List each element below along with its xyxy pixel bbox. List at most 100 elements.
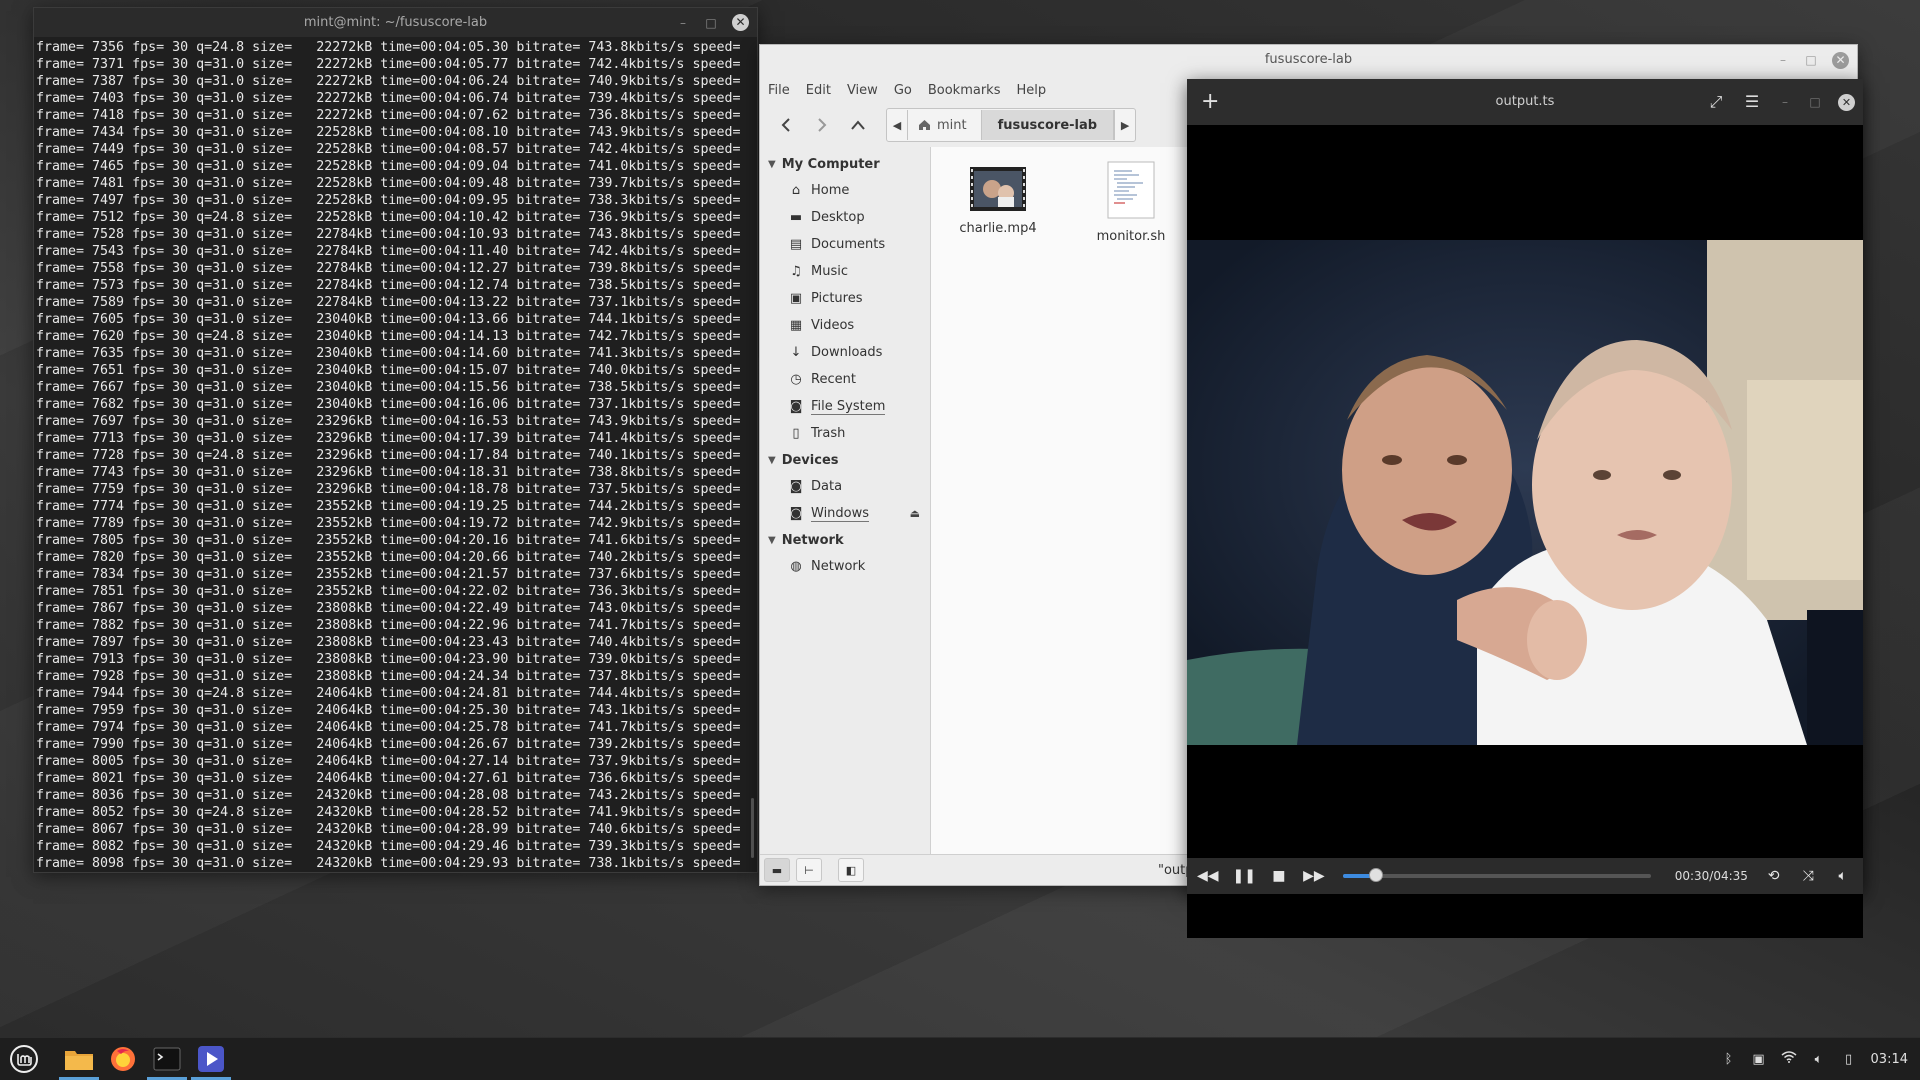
sidebar-item-data[interactable]: ◙ Data: [760, 473, 930, 500]
terminal-line: frame= 7481 fps= 30 q=31.0 size= 22528kB…: [36, 176, 741, 191]
menu-go[interactable]: Go: [894, 83, 912, 98]
sidebar-item-label: Trash: [811, 426, 846, 441]
sidebar: ▼ My Computer ⌂ Home ▬ Desktop ▤ Documents ♫ Mu…: [760, 147, 931, 855]
documents-icon: ▤: [789, 237, 803, 252]
file-item-monitor[interactable]: monitor.sh: [1086, 161, 1176, 244]
sidebar-item-label: File System: [811, 398, 886, 415]
terminal-output[interactable]: frame= 7356 fps= 30 q=24.8 size= 22272kB…: [34, 37, 757, 874]
close-icon[interactable]: ✕: [732, 14, 749, 31]
terminal-line: frame= 8021 fps= 30 q=31.0 size= 24064kB…: [36, 771, 741, 786]
menu-view[interactable]: View: [847, 83, 878, 98]
volume-icon[interactable]: 🔈︎: [1811, 1052, 1827, 1067]
sidebar-item-music[interactable]: ♫ Music: [760, 258, 930, 285]
fast-forward-icon[interactable]: ▶▶: [1303, 868, 1325, 884]
pause-icon[interactable]: ❚❚: [1233, 868, 1256, 884]
video-player-window[interactable]: + output.ts ⤢ ☰ – □ ✕ ◀◀ ❚❚ ■ ▶▶ 00:30/0…: [1187, 79, 1863, 938]
maximize-icon[interactable]: □: [704, 16, 718, 30]
terminal-taskbar-icon[interactable]: [145, 1038, 189, 1080]
file-manager-titlebar[interactable]: fususcore-lab – □ ✕: [760, 45, 1857, 75]
files-taskbar-icon[interactable]: [57, 1038, 101, 1080]
sidebar-section-network[interactable]: ▼ Network: [760, 527, 930, 553]
terminal-line: frame= 7573 fps= 30 q=31.0 size= 22784kB…: [36, 278, 741, 293]
terminal-titlebar[interactable]: mint@mint: ~/fususcore-lab – □ ✕: [34, 8, 757, 37]
terminal-scrollbar[interactable]: [751, 798, 754, 858]
repeat-icon[interactable]: ⟲: [1763, 868, 1784, 884]
player-titlebar[interactable]: + output.ts ⤢ ☰ – □ ✕: [1187, 79, 1863, 125]
path-left-icon[interactable]: ◀: [887, 110, 908, 140]
media-player-taskbar-icon[interactable]: [189, 1038, 233, 1080]
fullscreen-icon[interactable]: ⤢: [1706, 79, 1726, 125]
sidebar-toggle-icon[interactable]: ◧: [838, 858, 864, 882]
network-icon: ◍: [790, 559, 802, 574]
minimize-icon[interactable]: –: [1776, 53, 1790, 67]
tree-toggle-icon[interactable]: ⊢: [796, 858, 822, 882]
terminal-line: frame= 7713 fps= 30 q=31.0 size= 23296kB…: [36, 431, 741, 446]
bluetooth-icon[interactable]: ᛒ: [1721, 1052, 1737, 1067]
sidebar-item-trash[interactable]: ▯ Trash: [760, 420, 930, 447]
wifi-icon[interactable]: [1781, 1051, 1797, 1067]
breadcrumb-current[interactable]: fususcore-lab: [981, 110, 1115, 140]
terminal-window[interactable]: mint@mint: ~/fususcore-lab – □ ✕ frame= …: [33, 7, 758, 873]
music-icon: ♫: [790, 264, 802, 279]
back-icon[interactable]: [770, 109, 802, 141]
add-icon[interactable]: +: [1201, 79, 1219, 125]
terminal-line: frame= 7974 fps= 30 q=31.0 size= 24064kB…: [36, 720, 741, 735]
terminal-line: frame= 8082 fps= 30 q=31.0 size= 24320kB…: [36, 839, 741, 854]
seek-bar[interactable]: [1342, 868, 1651, 882]
home-icon: [918, 119, 931, 131]
terminal-line: frame= 7897 fps= 30 q=31.0 size= 23808kB…: [36, 635, 741, 650]
video-area[interactable]: [1187, 125, 1863, 938]
power-icon[interactable]: ▯: [1841, 1052, 1857, 1067]
menu-bookmarks[interactable]: Bookmarks: [928, 83, 1001, 98]
seek-handle[interactable]: [1369, 868, 1384, 882]
firefox-taskbar-icon[interactable]: [101, 1038, 145, 1080]
mint-menu-icon[interactable]: [2, 1038, 46, 1080]
sidebar-section-devices[interactable]: ▼ Devices: [760, 447, 930, 473]
sidebar-item-documents[interactable]: ▤ Documents: [760, 231, 930, 258]
minimize-icon[interactable]: –: [1778, 79, 1792, 125]
menu-help[interactable]: Help: [1016, 83, 1046, 98]
breadcrumb-home[interactable]: mint: [908, 110, 982, 140]
sidebar-item-windows[interactable]: ◙ Windows ⏏: [760, 500, 930, 527]
places-toggle-icon[interactable]: ▬: [764, 858, 790, 882]
breadcrumb-home-label: mint: [937, 117, 967, 133]
breadcrumb-current-label: fususcore-lab: [997, 117, 1098, 133]
maximize-icon[interactable]: □: [1804, 53, 1818, 67]
stop-icon[interactable]: ■: [1269, 868, 1290, 884]
menu-file[interactable]: File: [768, 83, 790, 98]
terminal-line: frame= 8098 fps= 30 q=31.0 size= 24320kB…: [36, 856, 741, 871]
terminal-line: frame= 7512 fps= 30 q=24.8 size= 22528kB…: [36, 210, 741, 225]
minimize-icon[interactable]: –: [676, 16, 690, 30]
sidebar-item-desktop[interactable]: ▬ Desktop: [760, 204, 930, 231]
menu-icon[interactable]: ☰: [1742, 79, 1762, 125]
eject-icon[interactable]: ⏏: [910, 507, 920, 520]
sidebar-item-pictures[interactable]: ▣ Pictures: [760, 285, 930, 312]
volume-icon[interactable]: 🔈︎: [1832, 868, 1853, 884]
terminal-line: frame= 8005 fps= 30 q=31.0 size= 24064kB…: [36, 754, 741, 769]
terminal-line: frame= 7605 fps= 30 q=31.0 size= 23040kB…: [36, 312, 741, 327]
sidebar-item-home[interactable]: ⌂ Home: [760, 177, 930, 204]
sidebar-item-downloads[interactable]: ↓ Downloads: [760, 339, 930, 366]
close-icon[interactable]: ✕: [1838, 93, 1855, 111]
sidebar-item-file-system[interactable]: ◙ File System: [760, 393, 930, 420]
close-icon[interactable]: ✕: [1832, 51, 1849, 69]
path-right-icon[interactable]: ▶: [1114, 110, 1135, 140]
clock[interactable]: 03:14: [1871, 1052, 1908, 1067]
menu-edit[interactable]: Edit: [806, 83, 831, 98]
sidebar-item-recent[interactable]: ◷ Recent: [760, 366, 930, 393]
forward-icon[interactable]: [806, 109, 838, 141]
maximize-icon[interactable]: □: [1808, 79, 1822, 125]
collapse-icon: ▼: [768, 158, 776, 170]
sidebar-section-my-computer[interactable]: ▼ My Computer: [760, 151, 930, 177]
file-item-charlie[interactable]: charlie.mp4: [953, 167, 1043, 236]
up-icon[interactable]: [842, 109, 874, 141]
terminal-line: frame= 7667 fps= 30 q=31.0 size= 23040kB…: [36, 380, 741, 395]
sidebar-item-network[interactable]: ◍ Network: [760, 553, 930, 580]
shuffle-icon[interactable]: ⤨: [1798, 868, 1819, 884]
terminal-line: frame= 7635 fps= 30 q=31.0 size= 23040kB…: [36, 346, 741, 361]
sidebar-item-label: Home: [811, 183, 850, 198]
rewind-icon[interactable]: ◀◀: [1197, 868, 1219, 884]
terminal-line: frame= 7805 fps= 30 q=31.0 size= 23552kB…: [36, 533, 741, 548]
keyboard-layout-icon[interactable]: ▣: [1751, 1052, 1767, 1067]
sidebar-item-videos[interactable]: ▦ Videos: [760, 312, 930, 339]
